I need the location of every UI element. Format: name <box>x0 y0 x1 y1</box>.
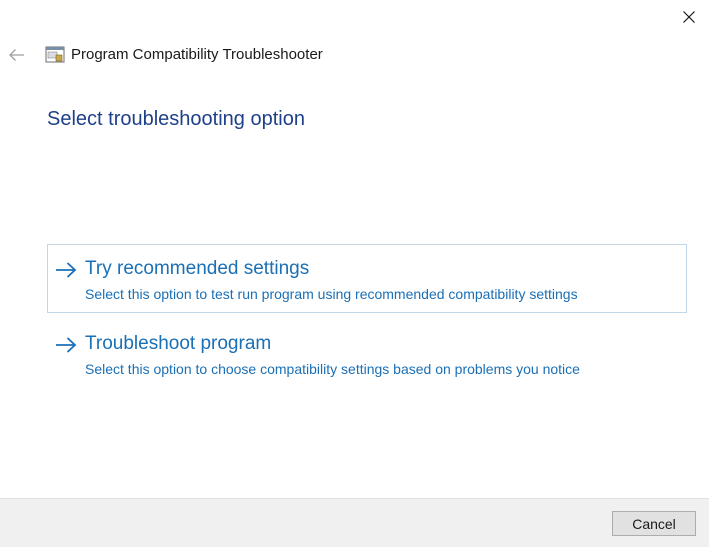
back-button[interactable] <box>6 45 28 65</box>
troubleshooter-window: Program Compatibility Troubleshooter Sel… <box>0 0 709 547</box>
page-heading: Select troubleshooting option <box>47 108 305 130</box>
window-title: Program Compatibility Troubleshooter <box>71 46 323 63</box>
option-troubleshoot-program[interactable]: Troubleshoot program Select this option … <box>47 319 687 388</box>
cancel-button[interactable]: Cancel <box>612 511 696 536</box>
arrow-right-icon <box>56 262 77 278</box>
footer-bar: Cancel <box>0 498 709 547</box>
close-button[interactable] <box>675 4 703 30</box>
back-arrow-icon <box>9 49 24 61</box>
arrow-right-icon <box>56 337 77 353</box>
option-description: Select this option to choose compatibili… <box>85 361 580 377</box>
option-title: Try recommended settings <box>85 258 310 279</box>
troubleshooter-app-icon <box>45 46 65 63</box>
option-title: Troubleshoot program <box>85 333 272 354</box>
option-description: Select this option to test run program u… <box>85 286 578 302</box>
option-try-recommended-settings[interactable]: Try recommended settings Select this opt… <box>47 244 687 313</box>
close-icon <box>683 11 695 23</box>
